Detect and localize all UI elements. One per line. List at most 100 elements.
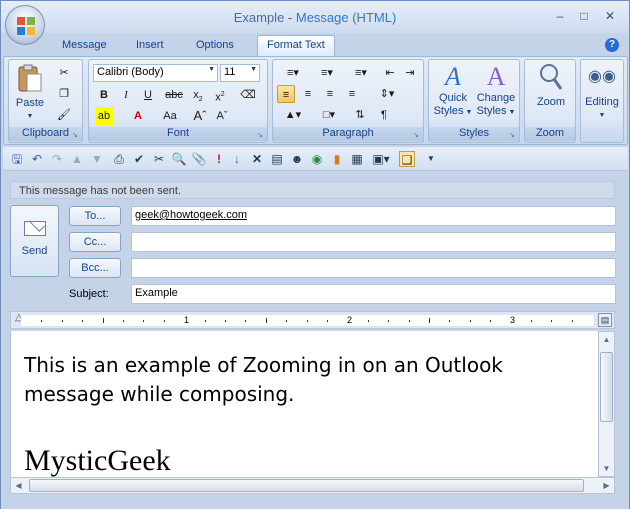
address-book-icon[interactable]: ▤: [269, 151, 285, 167]
tab-insert[interactable]: Insert: [127, 36, 173, 57]
next-item-icon[interactable]: ▼: [89, 151, 105, 167]
line-spacing-icon[interactable]: ⇕▾: [373, 85, 401, 103]
shading-icon[interactable]: ▲▾: [277, 106, 309, 124]
superscript-button[interactable]: x2: [211, 86, 229, 104]
format-painter-icon[interactable]: 🖌: [55, 106, 73, 124]
ruler-tick: [449, 320, 451, 322]
ribbon-tabs: Message Insert Options Format Text ?: [1, 33, 629, 57]
zoom-button[interactable]: Zoom: [529, 62, 573, 118]
office-button[interactable]: [5, 5, 45, 45]
scroll-right-icon[interactable]: ▶: [599, 478, 614, 493]
chart-icon[interactable]: ▮: [329, 151, 345, 167]
show-formatting-icon[interactable]: ¶: [375, 106, 393, 124]
highlight-icon[interactable]: ab: [95, 107, 113, 125]
font-family-select[interactable]: Calibri (Body) ▼: [93, 64, 218, 82]
paste-button[interactable]: Paste ▼: [13, 63, 47, 120]
align-left-icon[interactable]: ≡: [277, 85, 295, 103]
picture-icon[interactable]: ▣▾: [369, 151, 393, 167]
customize-toolbar-icon[interactable]: ▼: [423, 151, 439, 167]
zoom-group-label: Zoom: [525, 127, 575, 141]
message-body[interactable]: This is an example of Zooming in on an O…: [10, 331, 598, 477]
table-icon[interactable]: ▦: [349, 151, 365, 167]
font-launcher-icon[interactable]: ↘: [257, 132, 265, 140]
increase-indent-icon[interactable]: ⇥: [401, 64, 419, 82]
spelling-icon[interactable]: ✔: [131, 151, 147, 167]
previous-item-icon[interactable]: ▲: [69, 151, 85, 167]
undo-icon[interactable]: ↶: [29, 151, 45, 167]
change-styles-button[interactable]: A Change Styles ▼: [475, 62, 517, 126]
maximize-button[interactable]: □: [573, 7, 595, 25]
tab-options[interactable]: Options: [187, 36, 243, 57]
quick-styles-label-2: Styles: [433, 105, 464, 117]
signature[interactable]: MysticGeek: [24, 444, 171, 477]
editing-button[interactable]: ◉◉ Editing ▼: [581, 66, 623, 126]
scroll-down-icon[interactable]: ▼: [599, 461, 614, 476]
horizontal-scrollbar[interactable]: ◀ ▶: [10, 477, 615, 494]
align-right-icon[interactable]: ≡: [321, 85, 339, 103]
font-family-value: Calibri (Body): [97, 66, 164, 78]
shrink-font-icon[interactable]: Aˇ: [213, 107, 231, 125]
borders-icon[interactable]: □▾: [313, 106, 345, 124]
tab-message[interactable]: Message: [53, 36, 116, 57]
bcc-button[interactable]: Bcc...: [69, 258, 121, 278]
bullets-icon[interactable]: ≡▾: [277, 64, 309, 82]
help-icon[interactable]: ?: [605, 38, 619, 52]
delete-icon[interactable]: ✕: [249, 151, 265, 167]
send-button[interactable]: Send: [10, 205, 59, 277]
clipboard-launcher-icon[interactable]: ↘: [72, 132, 80, 140]
strikethrough-button[interactable]: abc: [165, 86, 183, 104]
horizontal-scroll-thumb[interactable]: [29, 479, 584, 492]
justify-icon[interactable]: ≡: [343, 85, 361, 103]
cut-icon[interactable]: ✂: [151, 151, 167, 167]
quick-styles-button[interactable]: A Quick Styles ▼: [433, 62, 473, 126]
to-field[interactable]: geek@howtogeek.com: [131, 206, 616, 226]
save-icon[interactable]: 🖫: [9, 151, 25, 167]
paragraph-launcher-icon[interactable]: ↘: [413, 132, 421, 140]
bold-button[interactable]: B: [95, 86, 113, 104]
options-icon[interactable]: ◉: [309, 151, 325, 167]
check-names-icon[interactable]: ☻: [289, 151, 305, 167]
zoom-button-label: Zoom: [536, 96, 566, 108]
subscript-button[interactable]: x2: [189, 86, 207, 104]
align-center-icon[interactable]: ≡: [299, 85, 317, 103]
decrease-indent-icon[interactable]: ⇤: [381, 64, 399, 82]
scroll-up-icon[interactable]: ▲: [599, 332, 614, 347]
cut-icon[interactable]: ✂: [55, 64, 73, 82]
clear-formatting-icon[interactable]: ⌫: [239, 86, 257, 104]
cc-button[interactable]: Cc...: [69, 232, 121, 252]
ruler[interactable]: △ 1 2 3 ▤: [10, 311, 615, 329]
sort-icon[interactable]: ⇅: [351, 106, 369, 124]
scroll-left-icon[interactable]: ◀: [11, 478, 26, 493]
styles-launcher-icon[interactable]: ↘: [509, 132, 517, 140]
ruler-number: 1: [184, 315, 190, 325]
bookmark-icon[interactable]: ❑: [399, 151, 415, 167]
print-icon[interactable]: ⎙: [111, 151, 127, 167]
grow-font-icon[interactable]: Aˆ: [191, 107, 209, 125]
minimize-button[interactable]: –: [549, 7, 571, 25]
send-label: Send: [21, 245, 48, 257]
tab-format-text[interactable]: Format Text: [257, 35, 335, 56]
view-ruler-icon[interactable]: ▤: [598, 313, 612, 327]
high-importance-icon[interactable]: !: [211, 151, 227, 167]
numbering-icon[interactable]: ≡▾: [311, 64, 343, 82]
redo-icon[interactable]: ↷: [49, 151, 65, 167]
underline-button[interactable]: U: [139, 86, 157, 104]
body-text[interactable]: This is an example of Zooming in on an O…: [24, 351, 584, 409]
vertical-scroll-thumb[interactable]: [600, 352, 613, 422]
font-color-icon[interactable]: A: [129, 107, 147, 125]
subject-field[interactable]: Example: [131, 284, 616, 304]
low-importance-icon[interactable]: ↓: [229, 151, 245, 167]
cc-field[interactable]: [131, 232, 616, 252]
bcc-field[interactable]: [131, 258, 616, 278]
multilevel-list-icon[interactable]: ≡▾: [345, 64, 377, 82]
vertical-scrollbar[interactable]: ▲ ▼: [598, 331, 615, 477]
change-case-icon[interactable]: Aa: [161, 107, 179, 125]
attach-file-icon[interactable]: 📎: [191, 151, 207, 167]
close-button[interactable]: ✕: [599, 7, 621, 25]
to-button[interactable]: To...: [69, 206, 121, 226]
copy-icon[interactable]: ❐: [55, 85, 73, 103]
italic-button[interactable]: I: [117, 86, 135, 104]
print-preview-icon[interactable]: 🔍: [171, 151, 187, 167]
font-size-select[interactable]: 11 ▼: [220, 64, 260, 82]
to-recipient[interactable]: geek@howtogeek.com: [135, 209, 247, 221]
